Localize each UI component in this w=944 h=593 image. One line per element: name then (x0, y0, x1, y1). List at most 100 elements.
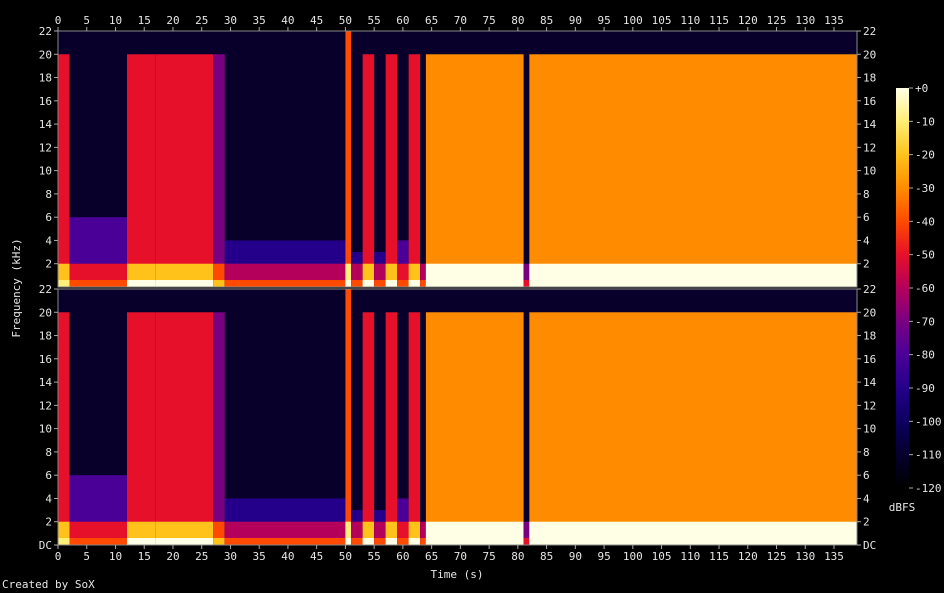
spectrogram-dc-band (58, 280, 70, 287)
x-tick-label: 70 (454, 550, 467, 563)
x-tick-label: 50 (339, 550, 352, 563)
y-tick-label: DC (39, 539, 52, 552)
x-tick-label: 45 (310, 14, 323, 27)
y-tick-label: 14 (863, 376, 877, 389)
x-tick-label: 60 (396, 550, 409, 563)
x-tick-label: 0 (55, 14, 62, 27)
colorbar-tick-label: -110 (915, 449, 942, 462)
spectrogram-segment (58, 54, 70, 287)
spectrogram-segment (213, 312, 225, 545)
x-tick-label: 95 (597, 14, 610, 27)
x-tick-label: 25 (195, 550, 208, 563)
spectrogram-dc-band (425, 538, 524, 545)
x-axis-label: Time (s) (431, 568, 484, 581)
x-tick-label: 115 (709, 550, 729, 563)
spectrogram-dc-band (351, 280, 363, 287)
spectrogram-channel-lower (58, 289, 857, 545)
colorbar-tick-label: -50 (915, 249, 935, 262)
spectrogram-dc-band (351, 538, 363, 545)
spectrogram-dc-band (397, 538, 409, 545)
spectrogram-dc-band (523, 280, 530, 287)
spectrogram-segment (385, 312, 398, 545)
x-tick-label: 105 (652, 14, 672, 27)
x-tick-label: 60 (396, 14, 409, 27)
y-tick-label: 6 (45, 469, 52, 482)
y-tick-label: 12 (863, 141, 876, 154)
x-tick-label: 5 (83, 550, 90, 563)
x-tick-label: 100 (623, 550, 643, 563)
x-tick-label: 125 (767, 550, 787, 563)
y-tick-label: 8 (45, 188, 52, 201)
x-tick-label: 130 (795, 14, 815, 27)
y-tick-label: 2 (863, 516, 870, 529)
x-tick-label: 30 (224, 550, 237, 563)
spectrogram-dc-band (420, 280, 426, 287)
y-tick-label: 20 (39, 306, 52, 319)
y-tick-label: 10 (39, 423, 52, 436)
x-tick-label: 90 (569, 14, 582, 27)
spectrogram-segment (345, 31, 352, 287)
spectrogram-dc-band (362, 280, 375, 287)
y-tick-label: 22 (39, 283, 52, 296)
spectrogram-segment (529, 54, 857, 287)
spectrogram-dc-band (420, 538, 426, 545)
y-tick-label: 4 (863, 234, 870, 247)
x-tick-label: 40 (281, 550, 294, 563)
x-tick-label: 40 (281, 14, 294, 27)
y-tick-label: 20 (863, 306, 876, 319)
spectrogram-dc-band (224, 280, 346, 287)
spectrogram-dc-band (224, 538, 346, 545)
y-tick-label: 18 (39, 330, 52, 343)
x-tick-label: 100 (623, 14, 643, 27)
colorbar-tick-label: -80 (915, 349, 935, 362)
y-tick-label: 22 (863, 25, 876, 38)
colorbar-tick-label: -120 (915, 482, 942, 495)
x-tick-label: 0 (55, 550, 62, 563)
x-tick-label: 135 (824, 14, 844, 27)
spectrogram-segment (362, 54, 375, 287)
y-tick-label: 10 (863, 423, 876, 436)
x-tick-label: 80 (511, 550, 524, 563)
spectrogram-dc-band (69, 538, 127, 545)
x-tick-label: 85 (540, 14, 553, 27)
y-tick-label: 8 (45, 446, 52, 459)
x-tick-label: 15 (138, 14, 151, 27)
spectrogram-dc-band (374, 280, 386, 287)
x-tick-label: 65 (425, 550, 438, 563)
colorbar-tick-label: -10 (915, 115, 935, 128)
x-tick-label: 120 (738, 550, 758, 563)
x-tick-label: 20 (166, 550, 179, 563)
y-tick-label: 16 (863, 353, 876, 366)
y-tick-label: 8 (863, 446, 870, 459)
x-tick-label: 50 (339, 14, 352, 27)
spectrogram-dc-band (408, 538, 421, 545)
x-tick-label: 45 (310, 550, 323, 563)
spectrogram-segment (529, 312, 857, 545)
colorbar-tick-label: -100 (915, 415, 942, 428)
y-tick-label: 12 (39, 141, 52, 154)
spectrogram-chart: 0 5 10 15 20 25 30 35 40 45 50 55 60 65 70 75 80 85 90 95 10… (10, 14, 942, 581)
y-tick-label: 14 (39, 376, 53, 389)
spectrogram-segment (126, 312, 156, 545)
spectrogram-dc-band (155, 280, 214, 287)
colorbar-tick-label: -20 (915, 149, 935, 162)
y-tick-label: 18 (863, 72, 876, 85)
y-tick-label: 20 (39, 48, 52, 61)
x-tick-label: 120 (738, 14, 758, 27)
spectrogram-dc-band (362, 538, 375, 545)
spectrogram-dc-band (69, 280, 127, 287)
y-tick-label: 18 (39, 72, 52, 85)
spectrogram-segment (425, 54, 524, 287)
spectrogram-dc-band (385, 280, 398, 287)
credit-text: Created by SoX (2, 578, 95, 591)
y-tick-label: 6 (863, 211, 870, 224)
spectrogram-segment (425, 312, 524, 545)
x-tick-label: 75 (482, 14, 495, 27)
y-tick-label: 22 (863, 283, 876, 296)
x-tick-label: 70 (454, 14, 467, 27)
spectrogram-segment (345, 289, 352, 545)
spectrogram-dc-band (529, 538, 857, 545)
x-axis-bottom: 0 5 10 15 20 25 30 35 40 45 50 55 60 65 70 75 80 85 90 95 10… (55, 545, 844, 563)
y-tick-label: 10 (863, 165, 876, 178)
y-tick-label: DC (863, 539, 876, 552)
